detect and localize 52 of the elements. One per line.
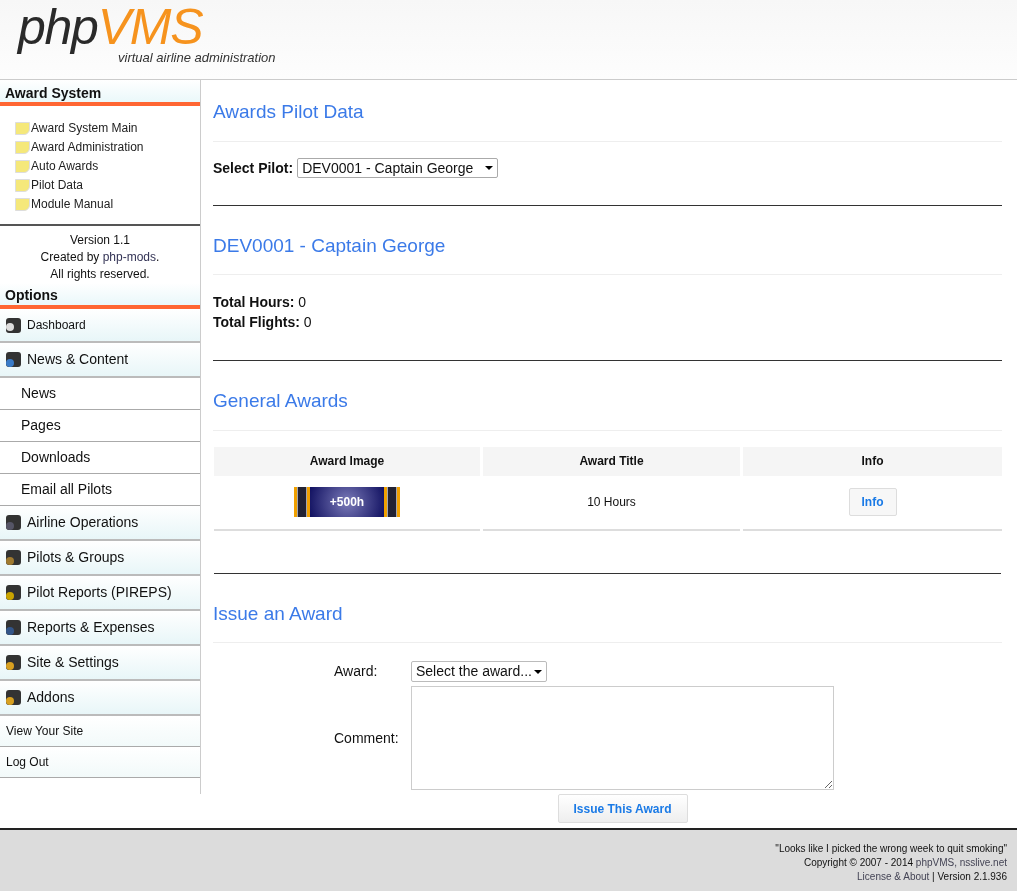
folder-icon bbox=[15, 197, 30, 211]
folder-icon bbox=[15, 159, 30, 173]
version-line: License & About | Version 2.1.936 bbox=[856, 870, 1007, 884]
nav-icon bbox=[6, 550, 21, 565]
sidebar-link[interactable]: Pilot Data bbox=[15, 177, 200, 193]
pilot-select[interactable]: DEV0001 - Captain George bbox=[297, 158, 499, 178]
nav-icon bbox=[6, 585, 21, 600]
logo-tagline: virtual airline administration bbox=[117, 49, 276, 67]
rights-text: All rights reserved. bbox=[49, 266, 151, 283]
column-header: Award Image bbox=[214, 446, 480, 476]
field-label: Award: bbox=[333, 662, 379, 681]
folder-icon bbox=[15, 140, 30, 154]
section-title: General Awards bbox=[213, 387, 1002, 431]
credit-text: Created by php-mods. bbox=[39, 249, 161, 266]
caret-icon bbox=[534, 669, 542, 674]
folder-icon bbox=[15, 178, 30, 192]
comment-field[interactable] bbox=[411, 686, 834, 790]
folder-icon bbox=[15, 121, 30, 135]
section-title: Issue an Award bbox=[213, 599, 1002, 643]
info-button[interactable]: Info bbox=[848, 488, 897, 516]
nav-icon bbox=[6, 352, 21, 367]
award-select[interactable]: Select the award... bbox=[411, 661, 547, 682]
nav-icon bbox=[6, 515, 21, 530]
table-cell: 10 Hours bbox=[483, 475, 740, 531]
stat-line: Total Flights: 0 bbox=[213, 313, 313, 332]
section-heading: Options bbox=[0, 283, 200, 309]
section-title: Awards Pilot Data bbox=[213, 98, 1002, 142]
sidebar-link[interactable]: Award System Main bbox=[15, 120, 200, 136]
nav-icon bbox=[6, 620, 21, 635]
footer-link[interactable]: phpVMS, nsslive.net bbox=[915, 857, 1007, 868]
column-header: Info bbox=[743, 446, 1002, 476]
footer-link[interactable]: License & About bbox=[857, 871, 930, 882]
footer-quote: "Looks like I picked the wrong week to quit smoking" bbox=[774, 842, 1007, 856]
section-heading: Award System bbox=[0, 80, 200, 106]
column-header: Award Title bbox=[483, 446, 740, 476]
section-title: DEV0001 - Captain George bbox=[213, 231, 1002, 275]
nav-icon bbox=[6, 317, 21, 333]
field-label: Comment: bbox=[333, 728, 400, 748]
caret-icon bbox=[485, 166, 494, 170]
stat-line: Total Hours: 0 bbox=[213, 293, 308, 312]
sidebar-link[interactable]: Award Administration bbox=[15, 139, 200, 155]
issue-award-button[interactable]: Issue This Award bbox=[557, 794, 688, 823]
logo-text: VMS bbox=[97, 2, 203, 52]
sidebar-link[interactable]: Auto Awards bbox=[15, 158, 200, 174]
nav-icon bbox=[6, 655, 21, 670]
version-text: Version 1.1 bbox=[68, 232, 131, 249]
sidebar-link[interactable]: Module Manual bbox=[15, 196, 200, 212]
copyright-text: Copyright © 2007 - 2014 phpVMS, nsslive.net bbox=[802, 856, 1007, 870]
field-label: Select Pilot: bbox=[213, 158, 294, 178]
logo-text: php bbox=[18, 2, 98, 52]
award-badge-drawing: +500h bbox=[294, 487, 400, 517]
nav-icon bbox=[6, 690, 21, 705]
